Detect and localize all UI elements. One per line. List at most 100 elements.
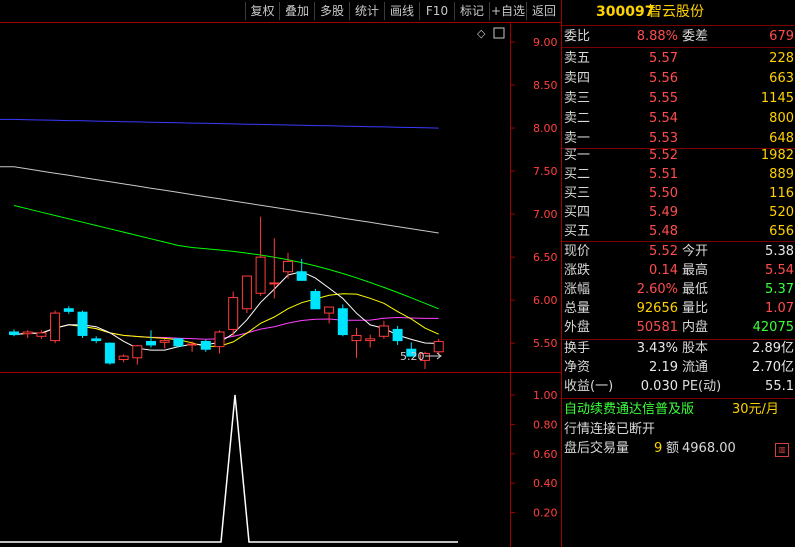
ask-volume: 663 bbox=[769, 71, 794, 86]
candle-body bbox=[159, 340, 170, 343]
bid-volume: 656 bbox=[769, 224, 794, 239]
draw-line-button[interactable]: 画线 bbox=[384, 2, 419, 20]
stat-label: 现价 bbox=[564, 244, 591, 259]
fundamental-row: 净资 2.19 流通 2.70亿 bbox=[562, 358, 795, 378]
restore-rights-button[interactable]: 复权 bbox=[245, 2, 279, 20]
stat-value: 5.38 bbox=[765, 244, 794, 259]
multi-stock-button[interactable]: 多股 bbox=[314, 2, 349, 20]
promo-text[interactable]: 自动续费通达信普及版 bbox=[564, 400, 694, 420]
candle-body bbox=[187, 343, 198, 346]
stat-value: 0.14 bbox=[649, 263, 678, 278]
connection-status: 行情连接已断开 bbox=[564, 422, 656, 437]
bid-level-label: 买一 bbox=[564, 148, 591, 163]
price-tick-label: 8.50 bbox=[533, 79, 558, 92]
statistics-button[interactable]: 统计 bbox=[349, 2, 384, 20]
bid-level-label: 买三 bbox=[564, 186, 591, 201]
mark-button[interactable]: 标记 bbox=[454, 2, 489, 20]
bid-volume: 889 bbox=[769, 167, 794, 182]
price-tick-label: 6.50 bbox=[533, 251, 558, 264]
stat-label: 外盘 bbox=[564, 320, 591, 335]
ask-price: 5.55 bbox=[649, 91, 678, 106]
promo-price[interactable]: 30元/月 bbox=[732, 400, 779, 420]
after-hours-label: 盘后交易量 bbox=[564, 441, 630, 456]
candle-body bbox=[255, 256, 266, 294]
settings-icon[interactable]: ◇ bbox=[477, 27, 486, 40]
stat-row: 涨幅 2.60% 最低 5.37 bbox=[562, 280, 795, 300]
price-tick-label: 6.00 bbox=[533, 294, 558, 307]
candle-body bbox=[173, 338, 184, 347]
candle-body bbox=[337, 308, 348, 336]
candle-body bbox=[77, 311, 88, 336]
back-button[interactable]: 返回 bbox=[526, 2, 561, 20]
ask-row: 卖二 5.54 800 bbox=[562, 109, 795, 129]
stat-label: 今开 bbox=[682, 244, 709, 259]
after-hours-amount: 4968.00 bbox=[682, 441, 736, 456]
stat-label: 量比 bbox=[682, 301, 709, 316]
stat-value: 42075 bbox=[752, 320, 794, 335]
price-tick-label: 9.00 bbox=[533, 36, 558, 49]
candle-body bbox=[351, 334, 362, 342]
weibi-value: 8.88% bbox=[636, 29, 678, 44]
price-tick-label: 8.00 bbox=[533, 122, 558, 135]
ask-level-label: 卖三 bbox=[564, 91, 591, 106]
fundamental-value: 2.19 bbox=[649, 360, 678, 375]
weicha-value: 679 bbox=[769, 29, 794, 44]
toolbar: 复权 叠加 多股 统计 画线 F10 标记 +自选 返回 bbox=[0, 0, 561, 22]
candle-body bbox=[241, 275, 252, 310]
add-favorite-button[interactable]: +自选 bbox=[489, 2, 526, 20]
fundamental-value: 3.43% bbox=[636, 341, 678, 356]
volume-axis: 1.00 0.80 0.60 0.40 0.20 bbox=[510, 389, 558, 520]
promo-row[interactable]: 自动续费通达信普及版 30元/月 bbox=[562, 400, 795, 420]
price-tick-label: 7.00 bbox=[533, 208, 558, 221]
fundamental-value: 2.89亿 bbox=[752, 341, 794, 356]
price-axis: 9.00 8.50 8.00 7.50 7.00 6.50 6.00 5.50 bbox=[510, 36, 558, 350]
ask-volume: 1145 bbox=[760, 91, 794, 106]
overlay-button[interactable]: 叠加 bbox=[279, 2, 314, 20]
ask-price: 5.56 bbox=[649, 71, 678, 86]
bid-row: 买三 5.50 116 bbox=[562, 184, 795, 204]
bid-price: 5.52 bbox=[649, 148, 678, 163]
candle-body bbox=[378, 325, 389, 337]
maximize-icon[interactable] bbox=[493, 27, 505, 39]
volume-tick-label: 0.20 bbox=[533, 507, 558, 520]
bid-row: 买二 5.51 889 bbox=[562, 165, 795, 185]
bid-volume: 1982 bbox=[760, 148, 794, 163]
fundamental-label: 收益(一) bbox=[564, 379, 614, 394]
chart-icon[interactable]: ▥ bbox=[775, 443, 789, 457]
stat-row: 现价 5.52 今开 5.38 bbox=[562, 242, 795, 262]
candle-body bbox=[200, 340, 211, 350]
candle-body bbox=[269, 282, 280, 285]
candle-body bbox=[433, 340, 444, 353]
ma120-line bbox=[0, 166, 439, 234]
price-tick-label: 5.50 bbox=[533, 337, 558, 350]
stat-value: 1.07 bbox=[765, 301, 794, 316]
stock-name: 智云股份 bbox=[648, 4, 704, 20]
weicha-label: 委差 bbox=[682, 29, 709, 44]
candle-body bbox=[91, 338, 102, 342]
bid-price: 5.51 bbox=[649, 167, 678, 182]
candles bbox=[9, 216, 444, 369]
bid-volume: 116 bbox=[769, 186, 794, 201]
bid-volume: 520 bbox=[769, 205, 794, 220]
chart-area[interactable]: 9.00 8.50 8.00 7.50 7.00 6.50 6.00 5.50 1.00 0.8… bbox=[0, 22, 561, 547]
candle-body bbox=[296, 271, 307, 281]
stat-value: 5.54 bbox=[765, 263, 794, 278]
candle-body bbox=[118, 355, 129, 361]
weibi-row: 委比 8.88% 委差 679 bbox=[562, 27, 795, 47]
price-tick-label: 7.50 bbox=[533, 165, 558, 178]
ma5-line bbox=[13, 271, 439, 351]
stock-header: 300097 智云股份 bbox=[562, 2, 795, 24]
low-price-annotation: 5.20 bbox=[400, 350, 425, 363]
kline-chart[interactable]: 9.00 8.50 8.00 7.50 7.00 6.50 6.00 5.50 1.00 0.8… bbox=[0, 22, 561, 547]
f10-button[interactable]: F10 bbox=[419, 2, 454, 20]
bid-price: 5.50 bbox=[649, 186, 678, 201]
ma60-line bbox=[13, 205, 439, 310]
fundamental-value: 55.1 bbox=[765, 379, 794, 394]
candle-body bbox=[146, 340, 156, 346]
candle-body bbox=[50, 312, 61, 342]
stat-value: 92656 bbox=[636, 301, 678, 316]
ask-row: 卖五 5.57 228 bbox=[562, 49, 795, 69]
stock-code: 300097 bbox=[596, 4, 655, 20]
stat-value: 50581 bbox=[636, 320, 678, 335]
candle-body bbox=[36, 332, 47, 337]
